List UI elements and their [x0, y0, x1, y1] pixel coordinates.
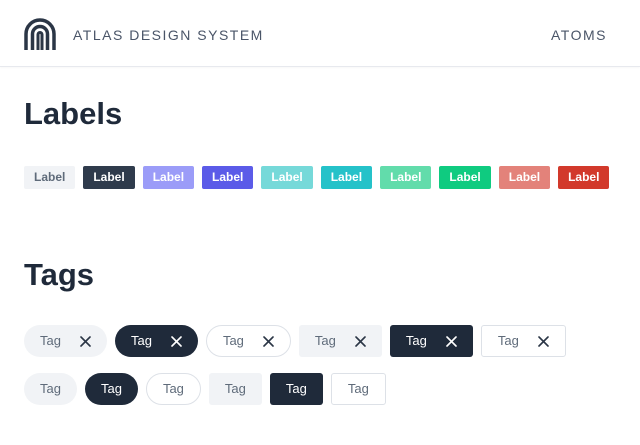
close-icon[interactable] — [171, 335, 182, 347]
label-badge: Label — [380, 166, 432, 189]
tag[interactable]: Tag — [269, 373, 323, 405]
tag-label: Tag — [347, 381, 369, 396]
plain-tags-row: Tag Tag Tag Tag Tag Tag — [24, 373, 394, 405]
label-badge: Label — [202, 166, 254, 189]
removable-tag[interactable]: Tag — [480, 325, 566, 357]
label-badge: Label — [261, 166, 313, 189]
close-icon[interactable] — [263, 335, 274, 347]
nav-atoms-link[interactable]: ATOMS — [551, 27, 607, 43]
tag-label: Tag — [314, 333, 336, 348]
labels-row: Label Label Label Label Label Label Label Label… — [24, 166, 617, 190]
tags-heading: Tags — [24, 257, 95, 292]
tag-label: Tag — [100, 381, 122, 396]
removable-tags-row: Tag Tag Tag Tag Tag Tag — [24, 325, 574, 357]
label-badge: Label — [320, 166, 373, 189]
tag[interactable]: Tag — [208, 373, 262, 405]
brand-name[interactable]: ATLAS DESIGN SYSTEM — [73, 27, 264, 43]
tag-label: Tag — [222, 333, 244, 348]
tag-label: Tag — [40, 333, 61, 348]
label-badge: Label — [83, 166, 135, 189]
label-badge: Label — [558, 166, 610, 189]
top-header: ATLAS DESIGN SYSTEM ATOMS — [0, 0, 640, 67]
tag[interactable]: Tag — [145, 373, 201, 405]
tag-label: Tag — [497, 333, 519, 348]
label-badge: Label — [24, 166, 76, 189]
close-icon[interactable] — [446, 335, 457, 347]
removable-tag[interactable]: Tag — [114, 325, 198, 357]
label-badge: Label — [439, 166, 491, 189]
close-icon[interactable] — [538, 335, 549, 347]
removable-tag[interactable]: Tag — [389, 325, 473, 357]
tag-label: Tag — [224, 381, 246, 396]
close-icon[interactable] — [355, 335, 366, 347]
tag[interactable]: Tag — [84, 373, 138, 405]
label-badge: Label — [498, 166, 551, 189]
label-badge: Label — [142, 166, 195, 189]
labels-heading: Labels — [24, 96, 123, 131]
removable-tag[interactable]: Tag — [298, 325, 382, 357]
tag[interactable]: Tag — [330, 373, 386, 405]
atlas-logo-icon[interactable] — [24, 18, 56, 50]
tag-label: Tag — [130, 333, 152, 348]
removable-tag[interactable]: Tag — [205, 325, 291, 357]
tag-label: Tag — [405, 333, 427, 348]
tag-label: Tag — [285, 381, 307, 396]
tag-label: Tag — [162, 381, 184, 396]
tag-label: Tag — [40, 381, 61, 396]
tag[interactable]: Tag — [24, 373, 77, 405]
removable-tag[interactable]: Tag — [24, 325, 107, 357]
close-icon[interactable] — [80, 335, 91, 347]
